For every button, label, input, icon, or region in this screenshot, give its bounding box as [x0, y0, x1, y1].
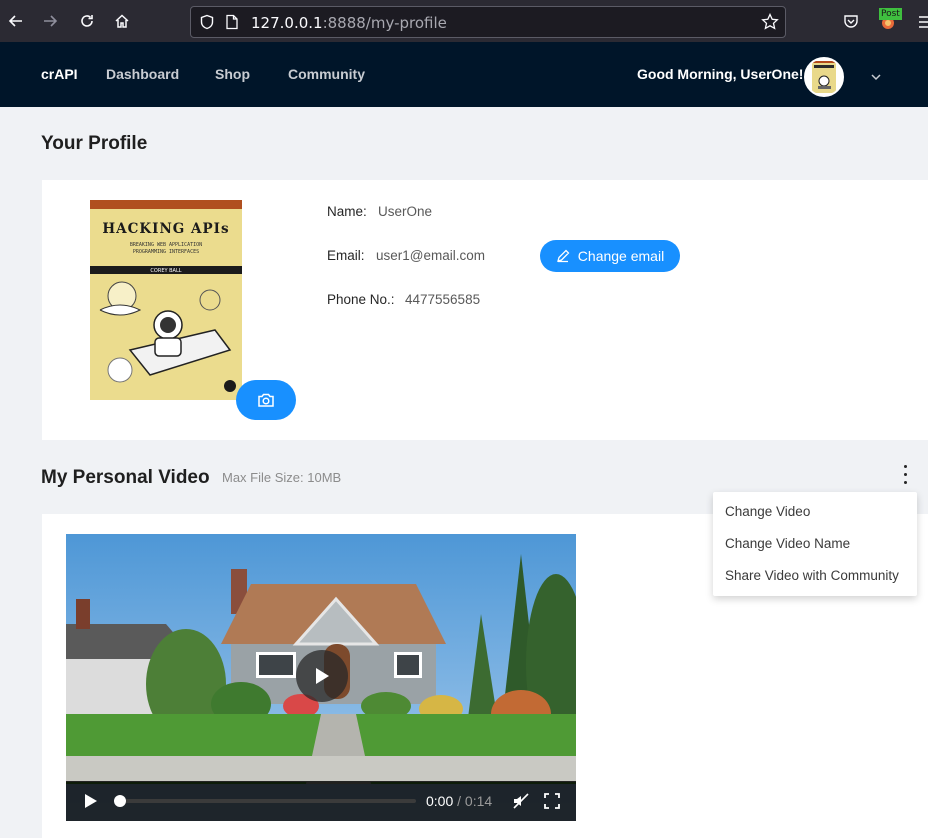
- page-title: Your Profile: [41, 133, 148, 154]
- bookmark-star-icon[interactable]: [761, 12, 779, 35]
- brand-logo[interactable]: crAPI: [41, 66, 78, 82]
- home-icon[interactable]: [110, 9, 134, 33]
- progress-track[interactable]: [120, 799, 416, 803]
- video-section-title: My Personal Video: [41, 467, 210, 488]
- name-label: Name:: [327, 204, 367, 219]
- phone-value: 4477556585: [405, 292, 481, 307]
- reload-icon[interactable]: [75, 9, 99, 33]
- forward-icon[interactable]: [38, 9, 62, 33]
- nav-dashboard[interactable]: Dashboard: [106, 66, 179, 82]
- email-label: Email:: [327, 248, 365, 263]
- video-player[interactable]: 0:00 / 0:14: [66, 534, 576, 821]
- chevron-down-icon[interactable]: [870, 68, 882, 87]
- menu-item-change-video[interactable]: Change Video: [713, 496, 917, 528]
- book-title: HACKING APIs: [102, 221, 229, 237]
- url-text[interactable]: 127.0.0.1:8888/my-profile: [251, 14, 447, 32]
- avatar[interactable]: [804, 57, 844, 97]
- edit-icon: [556, 249, 570, 263]
- video-options-menu: Change Video Change Video Name Share Vid…: [713, 492, 917, 596]
- max-file-size-hint: Max File Size: 10MB: [222, 470, 342, 485]
- back-icon[interactable]: [4, 9, 28, 33]
- nav-shop[interactable]: Shop: [215, 66, 250, 82]
- change-email-button[interactable]: Change email: [540, 240, 680, 272]
- book-subtitle-2: PROGRAMMING INTERFACES: [133, 249, 199, 255]
- page-icon: [225, 14, 239, 34]
- app-header: crAPI Dashboard Shop Community Good Morn…: [0, 42, 928, 107]
- menu-item-share-video[interactable]: Share Video with Community: [713, 560, 917, 592]
- menu-icon[interactable]: [919, 14, 928, 33]
- profile-picture: HACKING APIs BREAKING WEB APPLICATION PR…: [90, 200, 242, 400]
- more-options-icon[interactable]: [897, 462, 913, 486]
- big-play-button[interactable]: [296, 650, 348, 702]
- url-bar[interactable]: 127.0.0.1:8888/my-profile: [190, 6, 786, 38]
- play-icon[interactable]: [84, 793, 98, 813]
- time-display: 0:00 / 0:14: [426, 793, 493, 809]
- menu-item-change-video-name[interactable]: Change Video Name: [713, 528, 917, 560]
- name-value: UserOne: [378, 204, 433, 219]
- video-controls: 0:00 / 0:14: [66, 781, 576, 821]
- browser-toolbar: 127.0.0.1:8888/my-profile Post: [0, 0, 928, 42]
- play-icon: [316, 668, 329, 684]
- upload-photo-button[interactable]: [236, 380, 296, 420]
- progress-thumb[interactable]: [114, 795, 126, 807]
- extension-badge: Post: [879, 8, 902, 20]
- camera-icon: [258, 393, 274, 407]
- book-author: COREY BALL: [150, 268, 181, 274]
- greeting-text: Good Morning, UserOne!: [637, 66, 804, 82]
- fullscreen-icon[interactable]: [544, 793, 560, 813]
- email-value: user1@email.com: [376, 248, 485, 263]
- mute-icon[interactable]: [512, 793, 530, 813]
- book-subtitle-1: BREAKING WEB APPLICATION: [130, 242, 202, 248]
- nav-community[interactable]: Community: [288, 66, 365, 82]
- pocket-icon[interactable]: [843, 13, 859, 33]
- phone-label: Phone No.:: [327, 292, 395, 307]
- shield-icon[interactable]: [199, 14, 215, 34]
- change-email-label: Change email: [577, 248, 665, 264]
